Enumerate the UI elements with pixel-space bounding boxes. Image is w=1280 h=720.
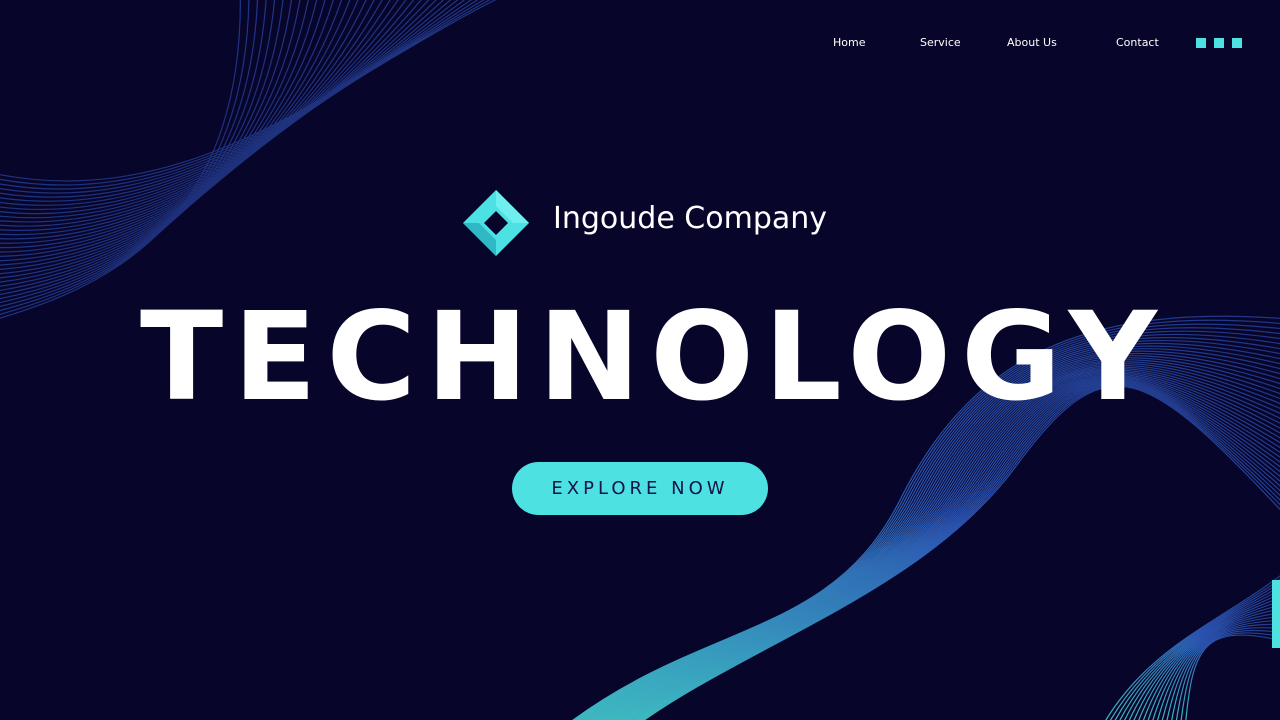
company-name: Ingoude Company: [553, 201, 828, 236]
nav-home-link[interactable]: Home: [833, 34, 865, 52]
menu-dot: [1214, 38, 1224, 48]
top-navigation: Home Service About Us Contact: [0, 34, 1280, 52]
nav-contact-link[interactable]: Contact: [1116, 34, 1159, 52]
menu-dot: [1196, 38, 1206, 48]
explore-now-button[interactable]: EXPLORE NOW: [512, 462, 768, 515]
menu-dot: [1232, 38, 1242, 48]
diamond-logo-icon: [463, 190, 529, 256]
landing-page: Home Service About Us Contact Ingoude Co…: [0, 0, 1280, 720]
nav-about-us-link[interactable]: About Us: [1007, 34, 1057, 52]
side-scroll-marker[interactable]: [1272, 580, 1280, 648]
menu-dots-icon[interactable]: [1196, 38, 1244, 49]
nav-service-link[interactable]: Service: [920, 34, 961, 52]
hero-headline: TECHNOLOGY: [140, 286, 1167, 428]
